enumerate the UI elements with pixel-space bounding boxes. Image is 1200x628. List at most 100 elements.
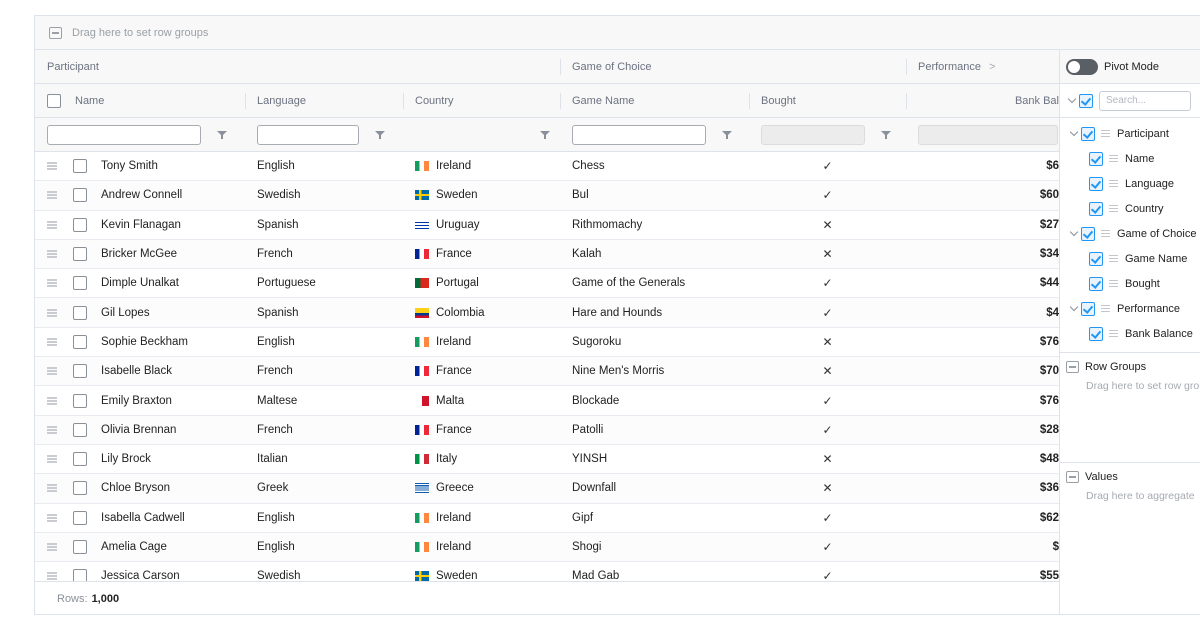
column-group-item[interactable]: Game of Choice <box>1060 221 1200 246</box>
values-section[interactable]: Values Drag here to aggregate <box>1060 463 1200 573</box>
cell-name[interactable]: Emily Braxton <box>35 386 245 414</box>
cell-bought[interactable]: ✕ <box>749 211 906 239</box>
row-select-checkbox[interactable] <box>73 393 87 408</box>
cell-country[interactable]: Malta <box>403 386 560 414</box>
row-select-checkbox[interactable] <box>73 334 87 349</box>
cell-language[interactable]: Swedish <box>245 181 403 209</box>
column-item[interactable]: Bank Balance <box>1060 321 1200 346</box>
cell-country[interactable]: France <box>403 240 560 268</box>
cell-language[interactable]: Spanish <box>245 298 403 326</box>
cell-language[interactable]: French <box>245 357 403 385</box>
cell-game-name[interactable]: Downfall <box>560 474 749 502</box>
cell-country[interactable]: Sweden <box>403 181 560 209</box>
header-group-participant[interactable]: Participant <box>35 50 560 83</box>
table-row[interactable]: Sophie Beckham English Ireland Sugoroku ✕ $76 <box>35 328 1059 358</box>
cell-language[interactable]: Italian <box>245 445 403 473</box>
row-drag-handle-icon[interactable] <box>47 191 57 200</box>
cell-language[interactable]: Greek <box>245 474 403 502</box>
cell-bought[interactable]: ✓ <box>749 152 906 180</box>
cell-bank-balance[interactable]: $4 <box>906 298 1059 326</box>
cell-game-name[interactable]: Nine Men's Morris <box>560 357 749 385</box>
column-visible-checkbox[interactable] <box>1089 251 1103 266</box>
cell-game-name[interactable]: Gipf <box>560 504 749 532</box>
filter-language-input[interactable] <box>257 124 359 145</box>
cell-game-name[interactable]: Chess <box>560 152 749 180</box>
cell-country[interactable]: Portugal <box>403 269 560 297</box>
row-select-checkbox[interactable] <box>73 540 87 554</box>
row-select-checkbox[interactable] <box>73 569 87 581</box>
row-select-checkbox[interactable] <box>73 217 87 232</box>
pivot-mode-toggle[interactable] <box>1066 58 1098 75</box>
cell-bank-balance[interactable]: $70 <box>906 357 1059 385</box>
cell-country[interactable]: Ireland <box>403 152 560 180</box>
cell-name[interactable]: Tony Smith <box>35 152 245 180</box>
row-select-checkbox[interactable] <box>73 452 87 467</box>
table-row[interactable]: Kevin Flanagan Spanish Uruguay Rithmomachy ✕… <box>35 211 1059 240</box>
column-item[interactable]: Country <box>1060 196 1200 221</box>
cell-name[interactable]: Bricker McGee <box>35 240 245 268</box>
cell-bought[interactable]: ✕ <box>749 328 906 356</box>
cell-country[interactable]: France <box>403 416 560 444</box>
cell-bought[interactable]: ✕ <box>749 357 906 385</box>
row-select-checkbox[interactable] <box>73 510 87 525</box>
column-visible-checkbox[interactable] <box>1089 276 1103 291</box>
header-country[interactable]: Country <box>403 84 560 117</box>
table-row[interactable]: Jessica Carson Swedish Sweden Mad Gab ✓ $55 <box>35 562 1059 581</box>
column-drag-handle-icon[interactable] <box>1109 280 1118 287</box>
cell-game-name[interactable]: Mad Gab <box>560 562 749 581</box>
row-select-checkbox[interactable] <box>73 364 87 379</box>
filter-icon[interactable] <box>375 130 385 140</box>
cell-language[interactable]: English <box>245 152 403 180</box>
table-row[interactable]: Lily Brock Italian Italy YINSH ✕ $48 <box>35 445 1059 475</box>
expand-chevron-icon[interactable]: > <box>989 61 995 73</box>
column-drag-handle-icon[interactable] <box>1109 330 1118 337</box>
column-drag-handle-icon[interactable] <box>1101 130 1110 137</box>
cell-country[interactable]: Italy <box>403 445 560 473</box>
expand-all-chevron-icon[interactable] <box>1067 94 1077 104</box>
cell-name[interactable]: Chloe Bryson <box>35 474 245 502</box>
column-drag-handle-icon[interactable] <box>1109 255 1118 262</box>
cell-name[interactable]: Olivia Brennan <box>35 416 245 444</box>
cell-bought[interactable]: ✓ <box>749 504 906 532</box>
column-visible-checkbox[interactable] <box>1081 126 1095 141</box>
cell-game-name[interactable]: Patolli <box>560 416 749 444</box>
column-drag-handle-icon[interactable] <box>1109 180 1118 187</box>
column-visible-checkbox[interactable] <box>1089 176 1103 191</box>
cell-bought[interactable]: ✓ <box>749 562 906 581</box>
header-bank-balance[interactable]: Bank Bal <box>906 84 1059 117</box>
cell-bank-balance[interactable]: $62 <box>906 504 1059 532</box>
row-groups-section[interactable]: Row Groups Drag here to set row groups <box>1060 353 1200 463</box>
table-row[interactable]: Gil Lopes Spanish Colombia Hare and Hounds ✓… <box>35 298 1059 328</box>
column-item[interactable]: Language <box>1060 171 1200 196</box>
column-drag-handle-icon[interactable] <box>1101 230 1110 237</box>
table-row[interactable]: Emily Braxton Maltese Malta Blockade ✓ $76 <box>35 386 1059 416</box>
filter-icon[interactable] <box>881 130 891 140</box>
cell-language[interactable]: English <box>245 328 403 356</box>
column-drag-handle-icon[interactable] <box>1109 155 1118 162</box>
cell-language[interactable]: Swedish <box>245 562 403 581</box>
column-visible-checkbox[interactable] <box>1081 301 1095 316</box>
cell-language[interactable]: Maltese <box>245 386 403 414</box>
table-row[interactable]: Chloe Bryson Greek Greece Downfall ✕ $36 <box>35 474 1059 504</box>
cell-bank-balance[interactable]: $48 <box>906 445 1059 473</box>
row-drag-handle-icon[interactable] <box>47 250 57 259</box>
cell-name[interactable]: Isabella Cadwell <box>35 504 245 532</box>
row-select-checkbox[interactable] <box>73 159 87 174</box>
cell-bank-balance[interactable]: $27 <box>906 211 1059 239</box>
cell-bought[interactable]: ✓ <box>749 533 906 561</box>
cell-game-name[interactable]: Game of the Generals <box>560 269 749 297</box>
cell-game-name[interactable]: Blockade <box>560 386 749 414</box>
toggle-all-columns-checkbox[interactable] <box>1079 93 1093 108</box>
table-row[interactable]: Tony Smith English Ireland Chess ✓ $6 <box>35 152 1059 182</box>
table-row[interactable]: Bricker McGee French France Kalah ✕ $34 <box>35 239 1059 270</box>
row-drag-handle-icon[interactable] <box>47 543 57 551</box>
cell-game-name[interactable]: Bul <box>560 181 749 209</box>
column-item[interactable]: Game Name <box>1060 246 1200 271</box>
cell-bank-balance[interactable]: $55 <box>906 562 1059 581</box>
cell-game-name[interactable]: Rithmomachy <box>560 211 749 239</box>
column-visible-checkbox[interactable] <box>1089 151 1103 166</box>
cell-bank-balance[interactable]: $34 <box>906 240 1059 268</box>
select-all-checkbox[interactable] <box>47 93 61 108</box>
cell-bought[interactable]: ✕ <box>749 445 906 473</box>
cell-game-name[interactable]: Shogi <box>560 533 749 561</box>
